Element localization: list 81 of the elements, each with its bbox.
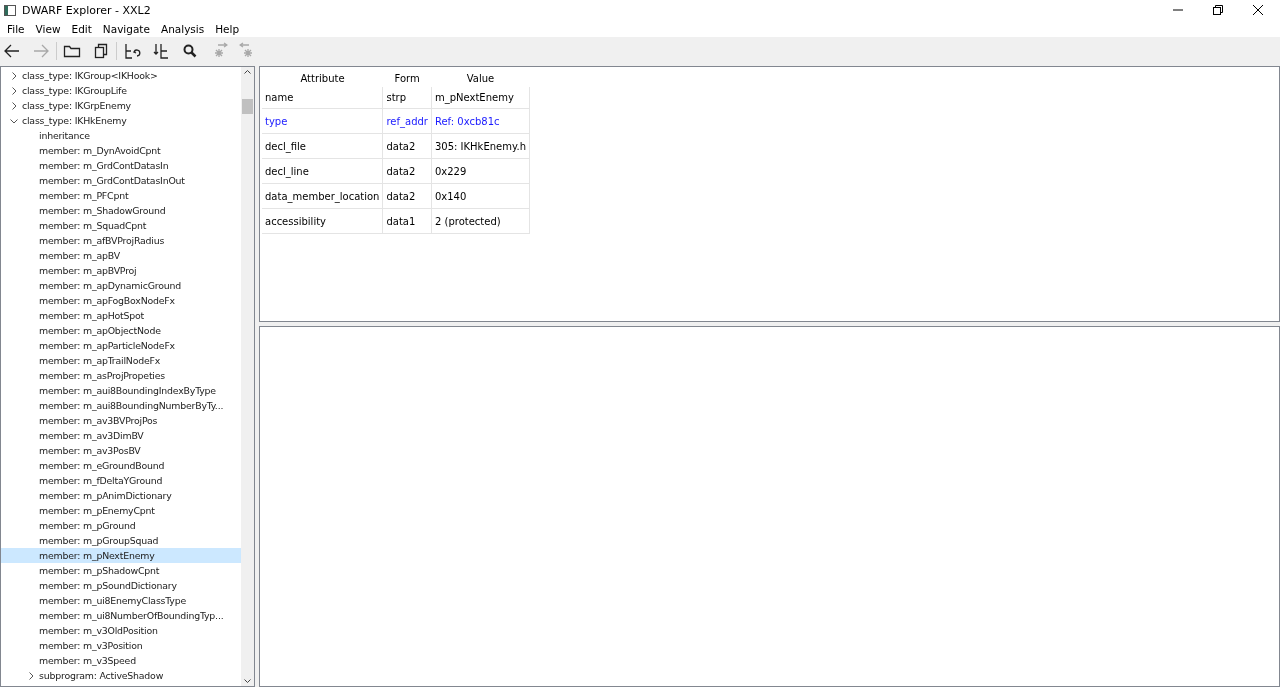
- table-cell: 0x229: [431, 158, 530, 184]
- tree-item[interactable]: member: m_afBVProjRadius: [1, 233, 241, 248]
- chevron-right-icon[interactable]: [26, 670, 36, 681]
- table-cell: decl_file: [262, 133, 383, 159]
- table-cell: 305: IKHkEnemy.h: [431, 133, 530, 159]
- tree-item[interactable]: member: m_SquadCpnt: [1, 218, 241, 233]
- table-cell: ref_addr: [382, 108, 432, 134]
- tree-item[interactable]: member: m_apBV: [1, 248, 241, 263]
- tree-item[interactable]: member: m_eGroundBound: [1, 458, 241, 473]
- tree-item[interactable]: member: m_pShadowCpnt: [1, 563, 241, 578]
- tree-item[interactable]: member: m_pAnimDictionary: [1, 488, 241, 503]
- table-cell: accessibility: [262, 208, 383, 234]
- tree-item[interactable]: member: m_apFogBoxNodeFx: [1, 293, 241, 308]
- tree-item[interactable]: member: m_GrdContDatasInOut: [1, 173, 241, 188]
- scroll-down-icon[interactable]: [241, 676, 254, 686]
- tree-item[interactable]: member: m_PFCpnt: [1, 188, 241, 203]
- tree-item[interactable]: class_type: IKGroupLife: [1, 83, 241, 98]
- tree-item[interactable]: member: m_ShadowGround: [1, 203, 241, 218]
- column-header[interactable]: Attribute: [262, 69, 383, 87]
- tree-item[interactable]: inheritance: [1, 128, 241, 143]
- table-cell: name: [262, 87, 383, 109]
- table-cell: 2 (protected): [431, 208, 530, 234]
- tree-down-icon[interactable]: [152, 41, 170, 60]
- tree-item[interactable]: class_type: IKHkEnemy: [1, 113, 241, 128]
- tree-item[interactable]: member: m_v3Speed: [1, 653, 241, 668]
- tree-item[interactable]: member: m_av3BVProjPos: [1, 413, 241, 428]
- table-cell: data2: [382, 158, 432, 184]
- tree-item[interactable]: class_type: IKGrpEnemy: [1, 98, 241, 113]
- table-cell: data_member_location: [262, 183, 383, 209]
- menu-item[interactable]: File: [3, 22, 30, 35]
- tree-item[interactable]: member: m_pNextEnemy: [1, 548, 241, 563]
- scrollbar-thumb[interactable]: [242, 99, 253, 114]
- tree-item[interactable]: member: m_asProjPropeties: [1, 368, 241, 383]
- tree-item[interactable]: member: m_v3OldPosition: [1, 623, 241, 638]
- tree-item[interactable]: member: m_aui8BoundingIndexByType: [1, 383, 241, 398]
- menu-item[interactable]: View: [31, 22, 66, 35]
- tree-item[interactable]: member: m_ui8NumberOfBoundingTyp...: [1, 608, 241, 623]
- table-cell: Ref: 0xcb81c: [431, 108, 530, 134]
- tree-item[interactable]: member: m_pSoundDictionary: [1, 578, 241, 593]
- tree-item[interactable]: member: m_apParticleNodeFx: [1, 338, 241, 353]
- window-title: DWARF Explorer - XXL2: [22, 3, 151, 17]
- table-cell: decl_line: [262, 158, 383, 184]
- tree-up-icon[interactable]: [123, 41, 141, 60]
- restore-icon[interactable]: [1213, 5, 1223, 15]
- chevron-right-icon[interactable]: [9, 85, 19, 96]
- tree-item[interactable]: class_type: IKGroup<IKHook>: [1, 68, 241, 83]
- tree-item[interactable]: member: m_apTrailNodeFx: [1, 353, 241, 368]
- tree-item[interactable]: member: m_apDynamicGround: [1, 278, 241, 293]
- tree-item[interactable]: subprogram: ActiveShadow: [1, 668, 241, 683]
- close-icon[interactable]: [1253, 5, 1263, 15]
- tree-item[interactable]: member: m_av3PosBV: [1, 443, 241, 458]
- menu-item[interactable]: Edit: [67, 22, 97, 35]
- tree-item[interactable]: member: m_aui8BoundingNumberByTy...: [1, 398, 241, 413]
- tree-item[interactable]: member: m_DynAvoidCpnt: [1, 143, 241, 158]
- column-header[interactable]: Value: [431, 69, 530, 87]
- table-cell: strp: [382, 87, 432, 109]
- copy-icon[interactable]: [92, 41, 110, 60]
- table-cell: data1: [382, 208, 432, 234]
- tree-item[interactable]: member: m_pGroupSquad: [1, 533, 241, 548]
- tree-item[interactable]: member: m_fDeltaYGround: [1, 473, 241, 488]
- tree-item[interactable]: member: m_v3Position: [1, 638, 241, 653]
- table-cell: m_pNextEnemy: [431, 87, 530, 109]
- tree-item[interactable]: member: m_apObjectNode: [1, 323, 241, 338]
- tree-item[interactable]: member: m_GrdContDatasIn: [1, 158, 241, 173]
- tree-item[interactable]: member: m_apBVProj: [1, 263, 241, 278]
- tree-item[interactable]: member: m_av3DimBV: [1, 428, 241, 443]
- table-cell: 0x140: [431, 183, 530, 209]
- chevron-right-icon[interactable]: [9, 100, 19, 111]
- menu-item[interactable]: Analysis: [156, 22, 210, 35]
- chevron-right-icon[interactable]: [9, 70, 19, 81]
- table-cell: data2: [382, 133, 432, 159]
- column-header[interactable]: Form: [382, 69, 432, 87]
- tree-item[interactable]: member: m_pGround: [1, 518, 241, 533]
- app-icon: [4, 4, 16, 16]
- table-cell: type: [262, 108, 383, 134]
- menu-item[interactable]: Navigate: [98, 22, 155, 35]
- tree-item[interactable]: member: m_ui8EnemyClassType: [1, 593, 241, 608]
- table-cell: data2: [382, 183, 432, 209]
- tree-item[interactable]: member: m_apHotSpot: [1, 308, 241, 323]
- tree-item[interactable]: member: m_pEnemyCpnt: [1, 503, 241, 518]
- menu-item[interactable]: Help: [211, 22, 245, 35]
